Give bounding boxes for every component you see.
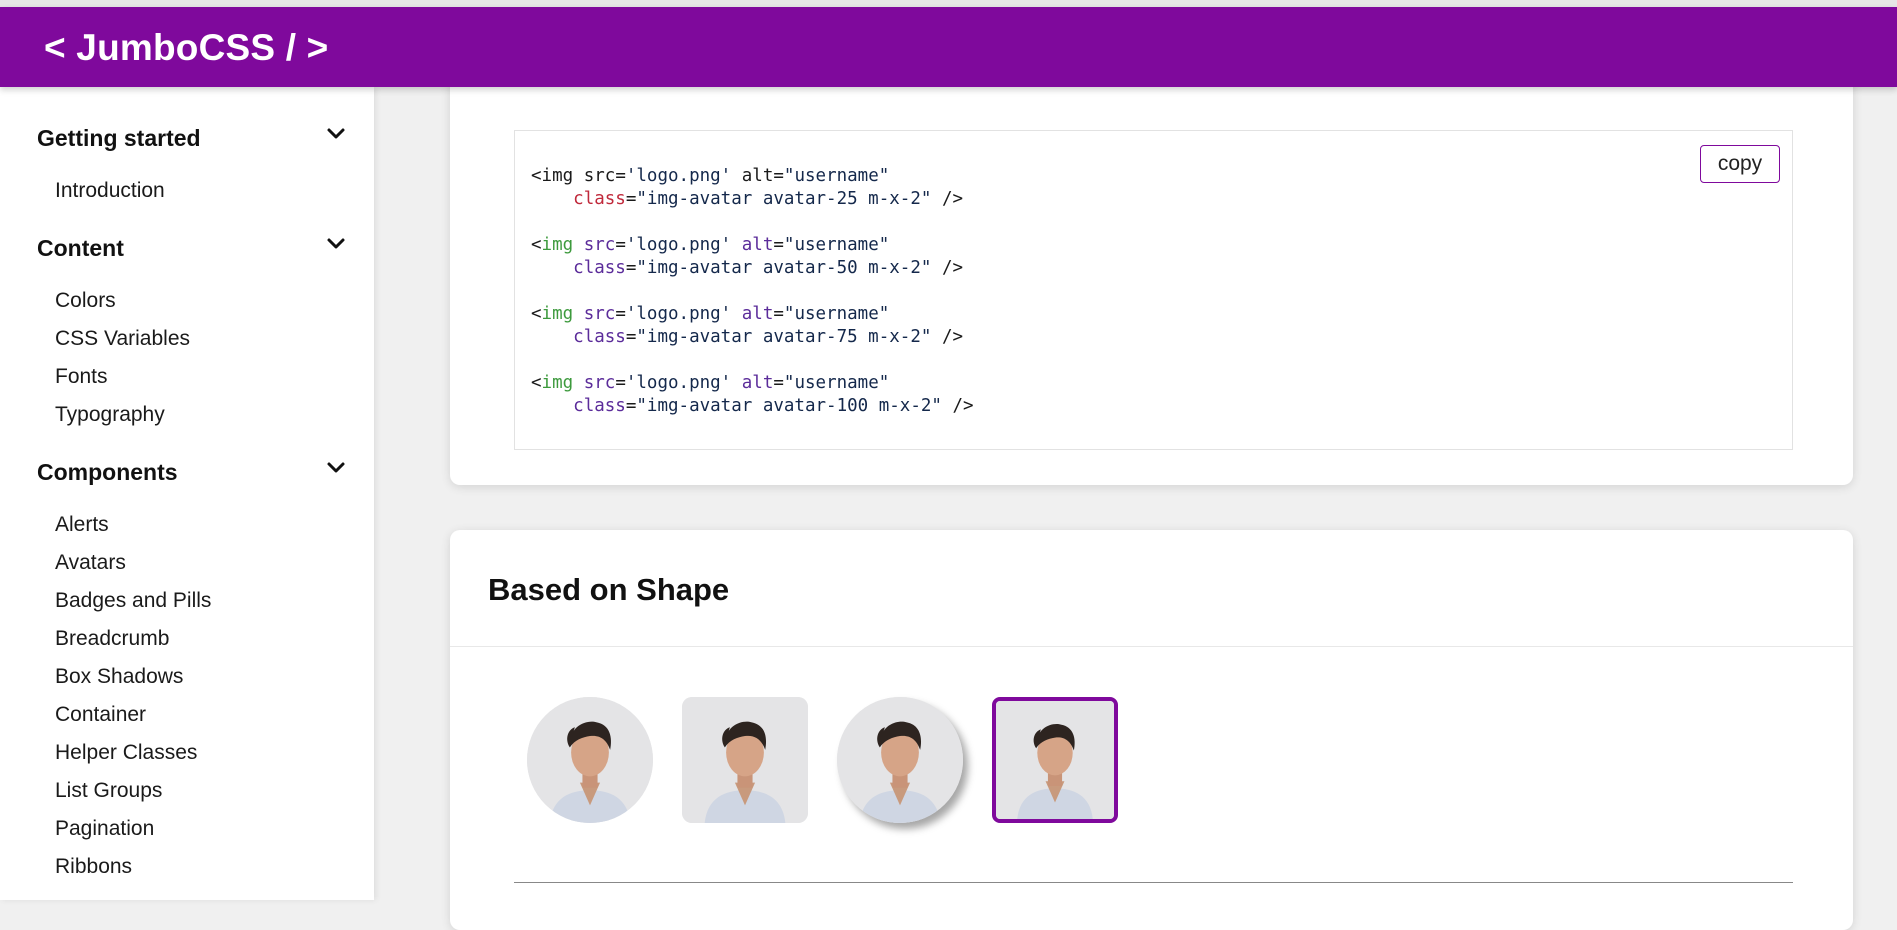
sidebar-item-helper-classes[interactable]: Helper Classes xyxy=(55,741,197,765)
code-line: class="img-avatar avatar-25 m-x-2" /> xyxy=(573,189,964,209)
code-line: class="img-avatar avatar-100 m-x-2" /> xyxy=(573,396,974,416)
sidebar-item-fonts[interactable]: Fonts xyxy=(55,365,108,389)
code-block: copy <img src='logo.png' alt="username" … xyxy=(514,130,1793,450)
sidebar-item-alerts[interactable]: Alerts xyxy=(55,513,109,537)
code-text: <img src='logo.png' alt="username" class… xyxy=(531,165,974,418)
sidebar-section-title: Content xyxy=(37,235,124,261)
code-line: <img src='logo.png' alt="username" xyxy=(531,373,890,393)
avatar-rounded-square xyxy=(682,697,808,823)
copy-button[interactable]: copy xyxy=(1700,145,1780,183)
shape-example-card: Based on Shape xyxy=(450,530,1853,930)
browser-top-strip xyxy=(0,0,1897,7)
code-line: <img src='logo.png' alt="username" xyxy=(531,235,890,255)
sidebar-item-list-groups[interactable]: List Groups xyxy=(55,779,162,803)
avatar-bordered-square xyxy=(992,697,1118,823)
sidebar-item-colors[interactable]: Colors xyxy=(55,289,116,313)
sidebar-item-breadcrumb[interactable]: Breadcrumb xyxy=(55,627,169,651)
sidebar-item-ribbons[interactable]: Ribbons xyxy=(55,855,132,879)
sidebar-item-avatars[interactable]: Avatars xyxy=(55,551,126,575)
section-title: Based on Shape xyxy=(488,572,730,607)
sidebar-item-typography[interactable]: Typography xyxy=(55,403,165,427)
brand-logo[interactable]: < JumboCSS / > xyxy=(44,27,329,69)
code-line: class="img-avatar avatar-75 m-x-2" /> xyxy=(573,327,964,347)
code-line: <img src='logo.png' alt="username" xyxy=(531,304,890,324)
sidebar-section-content[interactable]: Content xyxy=(37,231,347,263)
avatar-image xyxy=(682,697,808,823)
sidebar-section-title: Getting started xyxy=(37,125,201,151)
code-example-card: copy <img src='logo.png' alt="username" … xyxy=(450,60,1853,485)
sidebar-section-components[interactable]: Components xyxy=(37,455,347,487)
sidebar-item-css-variables[interactable]: CSS Variables xyxy=(55,327,190,351)
section-rule xyxy=(514,882,1793,883)
sidebar-item-pagination[interactable]: Pagination xyxy=(55,817,154,841)
sidebar-item-container[interactable]: Container xyxy=(55,703,146,727)
sidebar-section-title: Components xyxy=(37,459,178,485)
avatar-image xyxy=(837,697,963,823)
site-header: < JumboCSS / > xyxy=(0,7,1897,87)
chevron-down-icon xyxy=(327,128,345,139)
chevron-down-icon xyxy=(327,238,345,249)
sidebar-section-getting-started[interactable]: Getting started xyxy=(37,121,347,153)
chevron-down-icon xyxy=(327,462,345,473)
card-divider xyxy=(450,646,1853,647)
code-line: <img src='logo.png' alt="username" xyxy=(531,166,890,186)
avatar-round-shadow xyxy=(837,697,963,823)
avatar-image xyxy=(996,701,1114,819)
code-line: class="img-avatar avatar-50 m-x-2" /> xyxy=(573,258,964,278)
avatar-round xyxy=(527,697,653,823)
sidebar-item-badges-and-pills[interactable]: Badges and Pills xyxy=(55,589,211,613)
sidebar-item-introduction[interactable]: Introduction xyxy=(55,179,165,203)
avatar-image xyxy=(527,697,653,823)
sidebar: Getting started Introduction Content Col… xyxy=(0,87,374,900)
sidebar-item-box-shadows[interactable]: Box Shadows xyxy=(55,665,183,689)
